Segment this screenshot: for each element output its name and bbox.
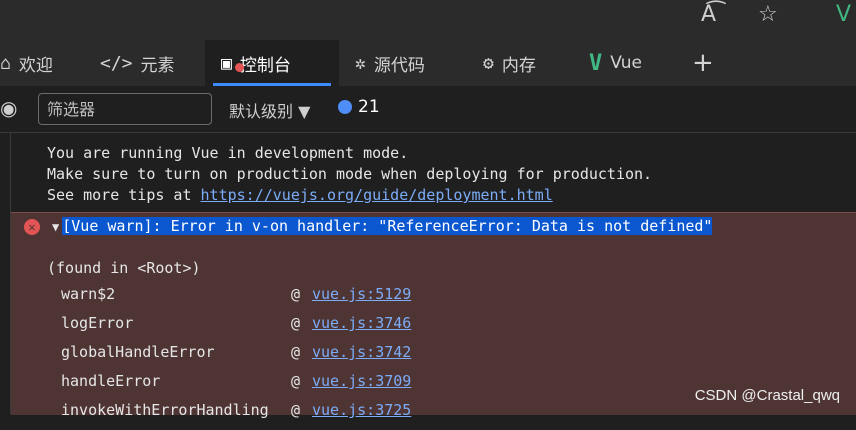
read-aloud-icon[interactable]: A͡ bbox=[701, 2, 716, 27]
add-tab-button[interactable]: + bbox=[692, 40, 722, 86]
tab-vue[interactable]: V Vue bbox=[589, 40, 669, 86]
sidebar-gutter bbox=[0, 132, 11, 414]
tab-welcome[interactable]: ⌂ 欢迎 bbox=[0, 40, 86, 86]
at-sign: @ bbox=[291, 285, 301, 303]
tab-elements[interactable]: </> 元素 bbox=[100, 40, 190, 86]
log-level-dropdown[interactable]: 默认级别 ▼ bbox=[229, 98, 310, 122]
console-icon: ▣ bbox=[221, 53, 244, 74]
frame-location-link[interactable]: vue.js:3709 bbox=[312, 372, 411, 390]
info-line: You are running Vue in development mode. bbox=[47, 144, 409, 162]
tab-label: 元素 bbox=[140, 55, 175, 76]
tab-label: 源代码 bbox=[373, 55, 425, 76]
frame-location-link[interactable]: vue.js:3746 bbox=[312, 314, 411, 332]
info-line: Make sure to turn on production mode whe… bbox=[47, 165, 653, 183]
tab-label: 内存 bbox=[501, 55, 536, 76]
frame-function: logError bbox=[61, 314, 134, 332]
star-icon[interactable]: ☆ bbox=[758, 2, 778, 27]
error-dot-icon bbox=[235, 62, 244, 72]
deployment-link[interactable]: https://vuejs.org/guide/deployment.html bbox=[201, 186, 553, 204]
bug-icon: ✲ bbox=[355, 52, 366, 74]
memory-chip-icon: ⚙ bbox=[483, 52, 494, 74]
tab-label: 控制台 bbox=[239, 55, 291, 76]
frame-location-link[interactable]: vue.js:3725 bbox=[312, 401, 411, 419]
info-message: You are running Vue in development mode.… bbox=[47, 143, 652, 206]
message-count-button[interactable]: 21 bbox=[338, 97, 380, 117]
frame-function: handleError bbox=[61, 372, 161, 390]
at-sign: @ bbox=[291, 401, 301, 419]
expand-triangle-icon[interactable]: ▼ bbox=[52, 220, 59, 234]
code-icon: </> bbox=[100, 52, 133, 74]
tab-sources[interactable]: ✲ 源代码 bbox=[355, 40, 465, 86]
at-sign: @ bbox=[291, 372, 301, 390]
found-in-text: (found in <Root>) bbox=[47, 259, 201, 277]
console-output: You are running Vue in development mode.… bbox=[11, 132, 856, 419]
message-bubble-icon bbox=[338, 100, 352, 114]
browser-toolbar: A͡ ☆ V bbox=[0, 0, 856, 40]
info-line: See more tips at bbox=[47, 186, 201, 204]
frame-location-link[interactable]: vue.js:5129 bbox=[312, 285, 411, 303]
tab-console[interactable]: ▣ 控制台 bbox=[205, 40, 339, 86]
error-icon: ✕ bbox=[24, 219, 40, 235]
home-icon: ⌂ bbox=[0, 52, 11, 74]
vue-logo-icon: V bbox=[589, 50, 603, 76]
console-toolbar: ◉ 默认级别 ▼ 21 bbox=[0, 86, 856, 133]
frame-location-link[interactable]: vue.js:3742 bbox=[312, 343, 411, 361]
error-title[interactable]: ▼ [Vue warn]: Error in v-on handler: "Ref… bbox=[52, 217, 713, 235]
message-count: 21 bbox=[358, 97, 380, 117]
frame-function: globalHandleError bbox=[61, 343, 215, 361]
error-message: ✕ ▼ [Vue warn]: Error in v-on handler: "R… bbox=[11, 212, 856, 419]
filter-input[interactable] bbox=[38, 93, 212, 125]
frame-function: warn$2 bbox=[61, 285, 116, 303]
watermark: CSDN @Crastal_qwq bbox=[694, 387, 840, 404]
tab-memory[interactable]: ⚙ 内存 bbox=[483, 40, 573, 86]
tab-label: 欢迎 bbox=[18, 55, 53, 76]
at-sign: @ bbox=[291, 314, 301, 332]
tab-label: Vue bbox=[610, 53, 642, 73]
plus-icon: + bbox=[692, 48, 714, 78]
devtools-tab-bar: ⌂ 欢迎 </> 元素 ▣ 控制台 ✲ 源代码 ⚙ 内存 V Vue + bbox=[0, 40, 856, 86]
error-title-text: [Vue warn]: Error in v-on handler: "Refe… bbox=[62, 217, 713, 235]
frame-function: invokeWithErrorHandling bbox=[61, 401, 269, 419]
eye-icon[interactable]: ◉ bbox=[0, 96, 17, 120]
vue-logo-icon[interactable]: V bbox=[836, 2, 851, 27]
at-sign: @ bbox=[291, 343, 301, 361]
